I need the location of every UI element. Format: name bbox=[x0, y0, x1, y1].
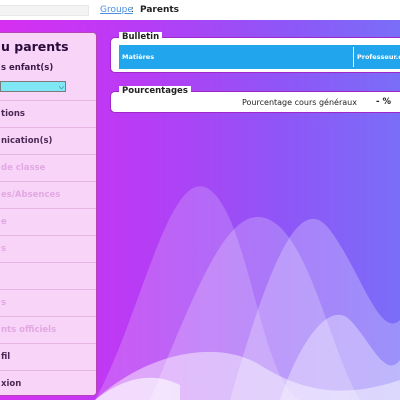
pourcentages-legend: Pourcentages bbox=[119, 86, 191, 97]
pourcentage-value: - % bbox=[376, 97, 392, 107]
column-header-matieres: Matières bbox=[122, 53, 155, 61]
child-select[interactable]: ⌵ bbox=[0, 81, 66, 92]
sidebar-item-conseil-de-classe: de classe bbox=[0, 154, 96, 180]
sidebar-title: u parents bbox=[1, 39, 69, 54]
bulletin-legend: Bulletin bbox=[119, 32, 163, 43]
top-search-field[interactable] bbox=[0, 5, 89, 16]
sidebar-item-communications[interactable]: nication(s) bbox=[0, 127, 96, 153]
breadcrumb-separator: : bbox=[131, 5, 135, 15]
sidebar-item-retards-absences: es/Absences bbox=[0, 181, 96, 207]
breadcrumb-link-groupe[interactable]: Groupe bbox=[100, 0, 133, 20]
bulletin-table-header: Matières Professeur.e... bbox=[119, 45, 400, 69]
pourcentage-label: Pourcentage cours généraux bbox=[242, 98, 357, 107]
sidebar-item-documents-officiels: nts officiels bbox=[0, 316, 96, 342]
children-label: s enfant(s) bbox=[1, 63, 54, 73]
sidebar-item-6: s bbox=[0, 235, 96, 261]
breadcrumb-current: Parents bbox=[140, 5, 180, 15]
top-bar: Groupe : Parents bbox=[0, 0, 400, 20]
sidebar-item-7 bbox=[0, 262, 96, 288]
sidebar-item-profil[interactable]: fil bbox=[0, 343, 96, 369]
sidebar-item-deconnexion[interactable]: xion bbox=[0, 370, 96, 395]
pourcentages-panel: Pourcentages Pourcentage cours généraux … bbox=[110, 86, 400, 113]
sidebar-item-8: s bbox=[0, 289, 96, 315]
chevron-down-icon: ⌵ bbox=[58, 83, 64, 91]
sidebar-item-informations[interactable]: tions bbox=[0, 100, 96, 126]
parents-sidebar: u parents s enfant(s) ⌵ tions nication(s… bbox=[0, 32, 97, 396]
bulletin-panel: Bulletin Matières Professeur.e... bbox=[110, 32, 400, 73]
column-header-professeur: Professeur.e... bbox=[357, 53, 400, 61]
column-divider bbox=[353, 47, 354, 67]
sidebar-item-5: e bbox=[0, 208, 96, 234]
